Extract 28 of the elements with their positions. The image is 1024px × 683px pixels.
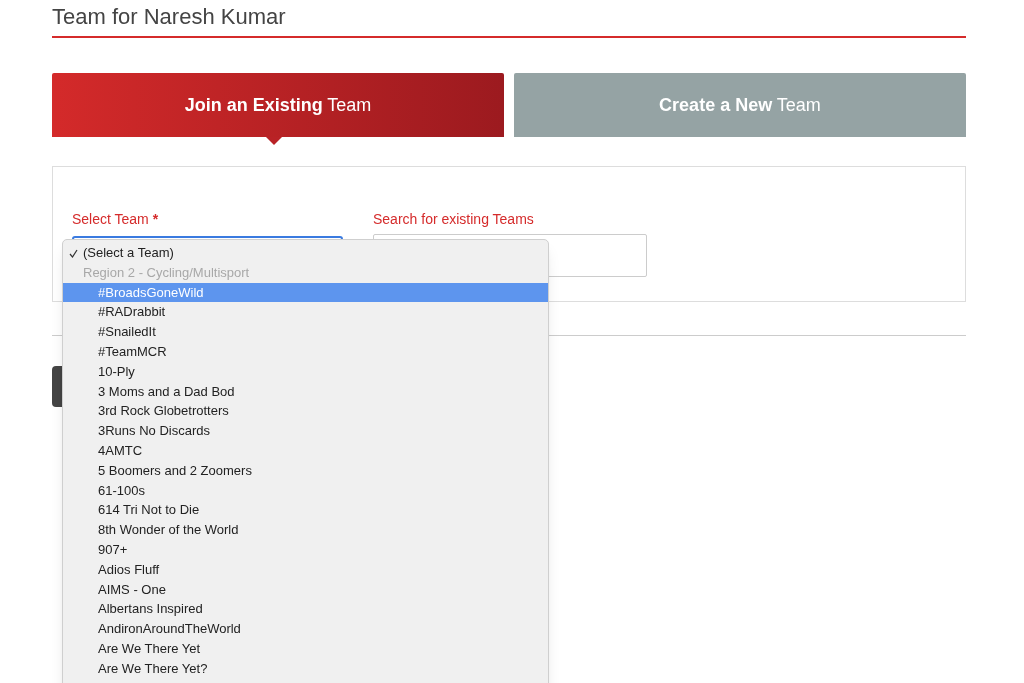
dropdown-option[interactable]: Adios Fluff [63,559,548,580]
dropdown-option[interactable]: 8th Wonder of the World [63,520,548,540]
field-label: Search for existing Teams [373,210,535,229]
dropdown-option[interactable]: 3rd Rock Globetrotters [63,401,548,422]
dropdown-option[interactable]: 5 Boomers and 2 Zoomers [63,460,548,481]
field-label: Select Team [72,210,149,229]
dropdown-option[interactable]: Are We There Yet [63,638,548,659]
dropdown-option[interactable]: (Select a Team) [63,243,548,263]
required-mark: * [152,210,159,229]
dropdown-option[interactable]: Are We There Yet? [63,658,548,679]
dropdown-option[interactable]: 3Runs No Discards [63,421,548,441]
dropdown-option[interactable]: #RADrabbit [63,302,548,323]
tab-pointer-icon [266,137,282,145]
dropdown-option[interactable]: #TeamMCR [63,342,548,362]
option-group-label: Region 2 - Cycling/Multisport [82,263,251,282]
dropdown-option[interactable]: AIMS - One [63,579,548,600]
dropdown-option[interactable]: AndironAroundTheWorld [63,619,548,639]
tab[interactable]: Join an Existing Team [52,73,504,137]
dropdown-option[interactable]: #SnailedIt [63,322,548,342]
dropdown-option[interactable]: 10-Ply [63,361,548,382]
dropdown-option[interactable]: 61-100s [63,480,548,501]
dropdown-option[interactable]: 3 Moms and a Dad Bod [63,381,548,402]
dropdown-option[interactable]: 614 Tri Not to Die [63,500,548,521]
page-heading: Team for Naresh Kumar [52,4,287,30]
dropdown-option[interactable]: 907+ [63,539,548,560]
checkmark-icon [69,249,78,258]
dropdown-option[interactable]: Albertans Inspired [63,599,548,620]
dropdown-option[interactable]: 4AMTC [63,440,548,461]
